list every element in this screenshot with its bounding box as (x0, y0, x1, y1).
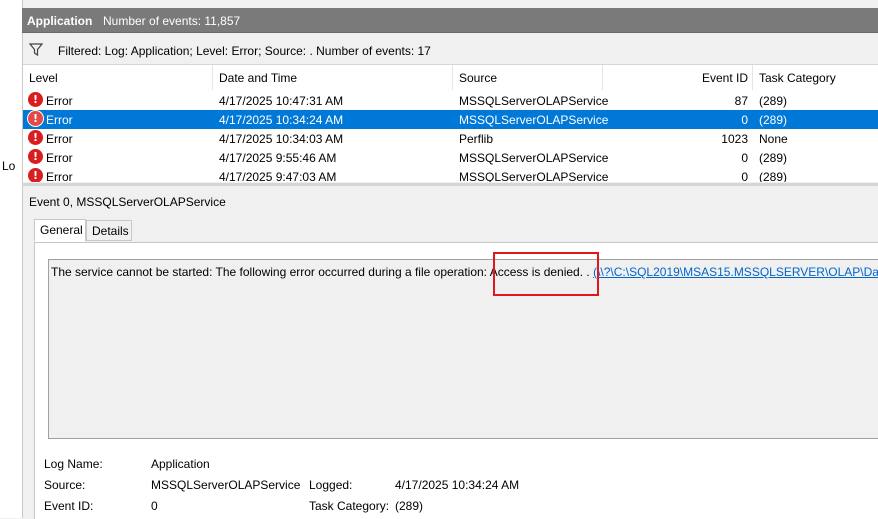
event-id-value: 0 (151, 499, 158, 513)
table-row[interactable]: ! Error 4/17/2025 10:34:03 AM Perflib 1023 No… (23, 129, 878, 148)
source-value: MSSQLServerOLAPService (151, 478, 301, 492)
cell-source: MSSQLServerOLAPService (459, 170, 609, 182)
cell-task: (289) (759, 113, 788, 127)
cell-level: Error (46, 132, 73, 146)
event-message: The service cannot be started: The follo… (51, 265, 878, 279)
column-header-task-category[interactable]: Task Category (753, 65, 878, 90)
message-path-link[interactable]: (\\?\C:\SQL2019\MSAS15.MSSQLSERVER\OLAP\… (593, 265, 878, 279)
log-titlebar: Application Number of events: 11,857 (22, 8, 878, 33)
cell-datetime: 4/17/2025 9:55:46 AM (219, 151, 337, 165)
log-name: Application (27, 14, 93, 28)
left-navigation-pane: Lo (0, 0, 23, 518)
cell-level: Error (46, 113, 73, 127)
message-text: The service cannot be started: The follo… (51, 265, 490, 279)
cell-event-id: 87 (734, 94, 748, 108)
column-header-event-id[interactable]: Event ID (603, 65, 753, 90)
error-icon: ! (28, 92, 43, 107)
cell-datetime: 4/17/2025 10:47:31 AM (219, 94, 344, 108)
cell-level: Error (46, 151, 73, 165)
cell-source: MSSQLServerOLAPService (459, 151, 609, 165)
cell-task: (289) (759, 151, 788, 165)
column-header-date-time[interactable]: Date and Time (213, 65, 453, 90)
highlight-annotation-box (493, 252, 599, 296)
cell-datetime: 4/17/2025 9:47:03 AM (219, 170, 337, 182)
cell-task: None (759, 132, 788, 146)
cell-datetime: 4/17/2025 10:34:24 AM (219, 113, 344, 127)
cell-datetime: 4/17/2025 10:34:03 AM (219, 132, 344, 146)
funnel-icon (29, 43, 43, 57)
cell-level: Error (46, 170, 73, 182)
cell-source: MSSQLServerOLAPService (459, 94, 609, 108)
error-icon: ! (28, 168, 43, 182)
column-header-source[interactable]: Source (453, 65, 603, 90)
cell-source: Perflib (459, 132, 494, 146)
cell-event-id: 1023 (721, 132, 748, 146)
pane-splitter[interactable] (22, 183, 878, 186)
tab-details[interactable]: Details (86, 220, 132, 241)
error-icon: ! (28, 149, 43, 164)
logged-value: 4/17/2025 10:34:24 AM (395, 478, 520, 492)
cell-task: (289) (759, 94, 788, 108)
event-message-box[interactable]: The service cannot be started: The follo… (48, 252, 878, 439)
error-icon: ! (28, 130, 43, 145)
events-table[interactable]: Level Date and Time Source Event ID Task… (23, 65, 878, 182)
table-row[interactable]: ! Error 4/17/2025 9:55:46 AM MSSQLServerOLA… (23, 148, 878, 167)
table-row[interactable]: ! Error 4/17/2025 9:47:03 AM MSSQLServerOLA… (23, 167, 878, 182)
cell-event-id: 0 (741, 151, 748, 165)
general-tab-panel: The service cannot be started: The follo… (34, 242, 878, 519)
left-pane-label: Lo (2, 159, 16, 173)
logged-label: Logged: (309, 478, 353, 492)
log-name-value: Application (151, 457, 210, 471)
cell-source: MSSQLServerOLAPService (459, 113, 609, 127)
table-row[interactable]: ! Error 4/17/2025 10:47:31 AM MSSQLServerOL… (23, 91, 878, 110)
cell-level: Error (46, 94, 73, 108)
filter-text: Filtered: Log: Application; Level: Error… (58, 44, 431, 58)
cell-event-id: 0 (741, 113, 748, 127)
event-viewer-main: Application Number of events: 11,857 Fil… (22, 0, 878, 519)
task-category-label: Task Category: (309, 499, 390, 513)
log-name-label: Log Name: (44, 457, 103, 471)
event-detail-title: Event 0, MSSQLServerOLAPService (29, 195, 226, 209)
table-header: Level Date and Time Source Event ID Task… (23, 65, 878, 91)
task-category-value: (289) (395, 499, 424, 513)
source-label: Source: (44, 478, 86, 492)
tab-general[interactable]: General (34, 219, 86, 242)
cell-task: (289) (759, 170, 788, 182)
table-row[interactable]: ! Error 4/17/2025 10:34:24 AM MSSQLServerOL… (23, 110, 878, 129)
cell-event-id: 0 (741, 170, 748, 182)
event-count: Number of events: 11,857 (103, 14, 241, 28)
event-id-label: Event ID: (44, 499, 94, 513)
error-icon: ! (28, 111, 43, 126)
column-header-level[interactable]: Level (23, 65, 213, 90)
filter-bar: Filtered: Log: Application; Level: Error… (23, 37, 878, 65)
